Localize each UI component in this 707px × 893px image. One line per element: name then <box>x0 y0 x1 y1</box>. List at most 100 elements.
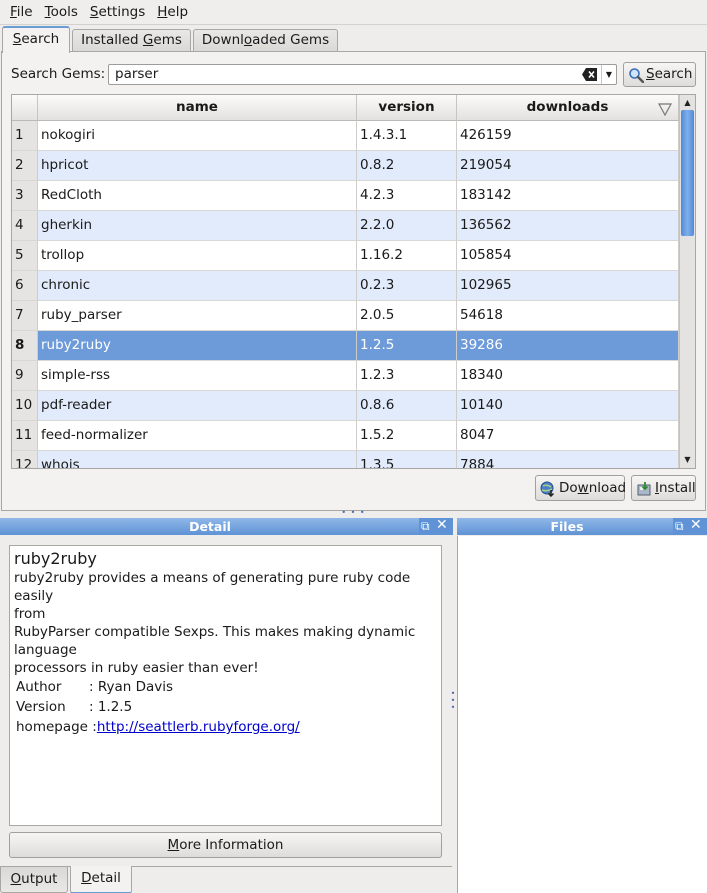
table-row[interactable]: 11 feed-normalizer 1.5.2 8047 <box>12 421 679 451</box>
row-number: 4 <box>12 211 38 241</box>
homepage-label: homepage : <box>16 719 97 735</box>
results-table: name version downloads 1 nokogiri 1.4.3.1 4… <box>11 94 696 469</box>
table-row[interactable]: 7 ruby_parser 2.0.5 54618 <box>12 301 679 331</box>
homepage-row: homepage : http://seattlerb.rubyforge.or… <box>14 717 441 737</box>
description-line: ruby2ruby provides a means of generating… <box>14 570 411 604</box>
cell-name: feed-normalizer <box>38 421 357 451</box>
close-dock-icon[interactable]: ✕ <box>690 517 702 533</box>
files-dock-controls: ⧉ ✕ <box>673 517 707 535</box>
files-dock-title: Files <box>457 518 677 535</box>
row-number: 10 <box>12 391 38 421</box>
menu-help[interactable]: Help <box>151 0 194 25</box>
tab-search[interactable]: Search <box>2 26 70 53</box>
column-header-downloads-label: downloads <box>526 99 609 115</box>
column-header-name[interactable]: name <box>38 95 357 121</box>
more-information-button[interactable]: More Information <box>9 832 442 858</box>
table-row[interactable]: 10 pdf-reader 0.8.6 10140 <box>12 391 679 421</box>
dropdown-arrow-icon[interactable]: ▼ <box>601 65 616 84</box>
cell-downloads: 39286 <box>457 331 679 361</box>
cell-version: 0.8.2 <box>357 151 457 181</box>
main-tabbar: Search Installed Gems Downloaded Gems <box>0 26 707 53</box>
table-row[interactable]: 3 RedCloth 4.2.3 183142 <box>12 181 679 211</box>
cell-version: 1.4.3.1 <box>357 121 457 151</box>
clear-text-icon[interactable] <box>582 68 598 81</box>
table-row[interactable]: 12 whois 1.3.5 7884 <box>12 451 679 468</box>
tab-output[interactable]: Output <box>0 867 68 893</box>
download-button[interactable]: Download <box>535 475 626 501</box>
row-number: 11 <box>12 421 38 451</box>
scroll-up-arrow-icon[interactable]: ▲ <box>680 96 695 110</box>
cell-downloads: 10140 <box>457 391 679 421</box>
tab-downloaded-gems[interactable]: Downloaded Gems <box>193 29 338 52</box>
tab-detail[interactable]: Detail <box>70 866 132 893</box>
table-row[interactable]: 2 hpricot 0.8.2 219054 <box>12 151 679 181</box>
homepage-link[interactable]: http://seattlerb.rubyforge.org/ <box>97 717 300 737</box>
cell-name: chronic <box>38 271 357 301</box>
author-row: Author : Ryan Davis <box>14 677 441 697</box>
cell-version: 1.2.3 <box>357 361 457 391</box>
scroll-down-arrow-icon[interactable]: ▼ <box>680 453 695 467</box>
cell-downloads: 105854 <box>457 241 679 271</box>
cell-version: 4.2.3 <box>357 181 457 211</box>
install-button[interactable]: Install <box>631 475 696 501</box>
table-row[interactable]: 4 gherkin 2.2.0 136562 <box>12 211 679 241</box>
vertical-splitter-handle[interactable]: • • • <box>450 690 456 720</box>
table-row[interactable]: 5 trollop 1.16.2 105854 <box>12 241 679 271</box>
cell-name: nokogiri <box>38 121 357 151</box>
search-input[interactable]: parser <box>108 64 617 85</box>
menu-settings[interactable]: Settings <box>84 0 151 25</box>
table-row[interactable]: 9 simple-rss 1.2.3 18340 <box>12 361 679 391</box>
close-dock-icon[interactable]: ✕ <box>436 517 448 533</box>
version-value: : 1.2.5 <box>89 699 133 715</box>
table-scrollbar[interactable]: ▲ ▼ <box>679 95 695 468</box>
download-globe-icon <box>540 481 556 498</box>
float-dock-icon[interactable]: ⧉ <box>421 518 430 534</box>
install-package-icon <box>636 481 652 497</box>
float-dock-icon[interactable]: ⧉ <box>675 518 684 534</box>
description-line: processors in ruby easier than ever! <box>14 660 259 676</box>
cell-downloads: 7884 <box>457 451 679 468</box>
column-header-version[interactable]: version <box>357 95 457 121</box>
cell-version: 1.5.2 <box>357 421 457 451</box>
cell-version: 2.2.0 <box>357 211 457 241</box>
row-number: 5 <box>12 241 38 271</box>
row-number: 9 <box>12 361 38 391</box>
cell-name: ruby_parser <box>38 301 357 331</box>
menu-file[interactable]: File <box>4 0 39 25</box>
detail-content: ruby2ruby ruby2ruby provides a means of … <box>9 545 442 826</box>
row-number: 12 <box>12 451 38 468</box>
cell-version: 0.2.3 <box>357 271 457 301</box>
row-number: 1 <box>12 121 38 151</box>
row-number-header <box>12 95 38 121</box>
table-row[interactable]: 6 chronic 0.2.3 102965 <box>12 271 679 301</box>
magnifier-icon <box>628 67 645 84</box>
cell-version: 0.8.6 <box>357 391 457 421</box>
cell-version: 1.3.5 <box>357 451 457 468</box>
row-number: 8 <box>12 331 38 361</box>
cell-version: 2.0.5 <box>357 301 457 331</box>
row-number: 6 <box>12 271 38 301</box>
tab-installed-gems[interactable]: Installed Gems <box>72 29 191 52</box>
cell-name: hpricot <box>38 151 357 181</box>
menu-tools[interactable]: Tools <box>39 0 84 25</box>
detail-dock-title: Detail <box>0 518 420 535</box>
row-number: 7 <box>12 301 38 331</box>
cell-downloads: 54618 <box>457 301 679 331</box>
cell-name: pdf-reader <box>38 391 357 421</box>
column-header-downloads[interactable]: downloads <box>457 95 679 121</box>
table-row[interactable]: 1 nokogiri 1.4.3.1 426159 <box>12 121 679 151</box>
cell-downloads: 426159 <box>457 121 679 151</box>
horizontal-splitter-handle[interactable]: • • • <box>0 509 707 517</box>
scrollbar-thumb[interactable] <box>681 110 694 236</box>
cell-name: simple-rss <box>38 361 357 391</box>
cell-name: whois <box>38 451 357 468</box>
cell-name: trollop <box>38 241 357 271</box>
cell-name: ruby2ruby <box>38 331 357 361</box>
search-gems-label: Search Gems: <box>11 66 106 82</box>
gem-description: ruby2ruby provides a means of generating… <box>14 569 441 677</box>
search-button[interactable]: Search <box>623 62 696 87</box>
description-line: from <box>14 606 46 622</box>
files-pane <box>457 536 707 893</box>
table-row[interactable]: 8 ruby2ruby 1.2.5 39286 <box>12 331 679 361</box>
version-row: Version : 1.2.5 <box>14 697 441 717</box>
